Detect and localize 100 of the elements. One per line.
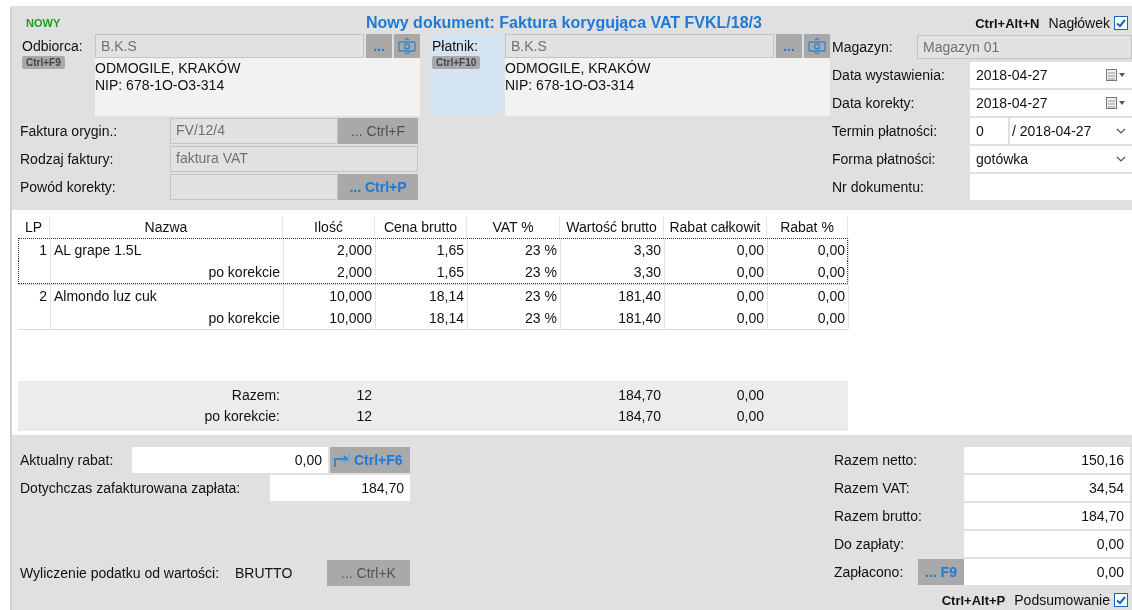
date-field[interactable]: 2018-04-27 (970, 62, 1132, 88)
address-line: ODMOGILE, KRAKÓW (95, 60, 242, 77)
column-header[interactable]: LP (18, 216, 50, 238)
table-cell: 18,14 (376, 285, 468, 307)
table-cell: 181,40 (561, 307, 665, 329)
summary-field[interactable]: 184,70 (964, 503, 1130, 529)
shortcut-chip: Ctrl+F9 (22, 56, 65, 69)
table-row[interactable]: po korekcie 10,000 18,14 23 % 181,40 0,00 0,00 (18, 307, 848, 330)
field-label: Rodzaj faktury: (20, 150, 115, 169)
column-header[interactable]: Rabat całkowit (664, 216, 767, 238)
summary-field[interactable]: 34,54 (964, 475, 1130, 501)
invoice-field[interactable] (170, 174, 338, 200)
table-cell: 2,000 (284, 261, 376, 283)
party-field[interactable]: B.K.S (505, 34, 774, 58)
table-cell: po korekcie (51, 307, 284, 329)
table-row[interactable]: po korekcie 2,000 1,65 23 % 3,30 0,00 0,00 (18, 261, 848, 284)
document-number-field[interactable] (970, 174, 1132, 200)
card-icon (397, 38, 417, 54)
table-cell: 3,30 (561, 261, 665, 283)
totals-cell-text: 0,00 (735, 407, 765, 426)
card-button[interactable] (394, 34, 420, 58)
table-row[interactable]: 1 AL grape 1.5L 2,000 1,65 23 % 3,30 0,00 0,00 (18, 238, 848, 261)
field-label: Nr dokumentu: (832, 179, 925, 195)
field-label: Aktualny rabat: (20, 451, 115, 470)
table-cell: 2,000 (284, 239, 376, 261)
summary-field[interactable]: 0,00 (964, 559, 1130, 585)
summary-field[interactable]: 150,16 (964, 447, 1130, 473)
summary-field[interactable]: 0,00 (964, 531, 1130, 557)
summary-label: Do zapłaty: (834, 535, 906, 554)
shortcut-label: Ctrl+Alt+N (975, 15, 1040, 31)
table-cell: 0,00 (665, 261, 768, 283)
table-cell: 1,65 (376, 261, 468, 283)
summary-checkbox[interactable] (1114, 593, 1128, 607)
field-label: Magazyn: (832, 39, 894, 55)
swap-icon (332, 451, 352, 469)
table-cell: 23 % (468, 261, 561, 283)
table-cell: 0,00 (768, 261, 849, 283)
totals-cell-text: po korekcie: (203, 407, 281, 426)
table-cell: 0,00 (665, 307, 768, 329)
column-header[interactable]: Wartość brutto (560, 216, 664, 238)
table-cell: 0,00 (768, 285, 849, 307)
warehouse-field[interactable]: Magazyn 01 (917, 35, 1132, 59)
card-icon (807, 38, 827, 54)
table-cell: 0,00 (665, 285, 768, 307)
table-cell: 1,65 (376, 239, 468, 261)
table-cell: 0,00 (768, 239, 849, 261)
totals-cell-text: 0,00 (735, 386, 765, 405)
table-cell: 18,14 (376, 307, 468, 329)
table-cell: 10,000 (284, 307, 376, 329)
field-label: Data korekty: (832, 95, 916, 111)
party-label: Płatnik: (431, 37, 479, 56)
document-title: Nowy dokument: Faktura korygująca VAT FVKL/18/3 (366, 14, 763, 32)
column-header[interactable]: Cena brutto (375, 216, 467, 238)
party-field[interactable]: B.K.S (95, 34, 364, 58)
field-label: Forma płatności: (832, 151, 937, 167)
summary-label: Razem brutto: (834, 507, 923, 526)
field-label: Data wystawienia: (832, 67, 946, 83)
summary-label: Razem netto: (834, 451, 919, 470)
table-cell: 23 % (468, 307, 561, 329)
toggle-label: Nagłówek (1048, 15, 1110, 31)
totals-cell-text: 12 (355, 386, 373, 405)
calendar-icon (1106, 97, 1126, 109)
status-label: NOWY (25, 17, 62, 29)
table-cell: 2 (19, 285, 51, 307)
table-cell: 0,00 (665, 239, 768, 261)
invoice-field[interactable]: faktura VAT (170, 146, 418, 172)
summary-label: Razem VAT: (834, 479, 911, 498)
shortcut-label: Ctrl+Alt+P (941, 592, 1006, 608)
totals-cell-text: 12 (355, 407, 373, 426)
table-cell: Almondo luz cuk (51, 285, 284, 307)
table-cell: 10,000 (284, 285, 376, 307)
field-label: Wyliczenie podatku od wartości: (20, 564, 221, 583)
totals-cell-text: Razem: (230, 386, 281, 405)
card-button[interactable] (804, 34, 830, 58)
chevron-down-icon (1116, 128, 1126, 134)
header-checkbox[interactable] (1114, 16, 1128, 30)
paid-amount-field[interactable]: 184,70 (270, 475, 410, 501)
column-header[interactable]: Rabat % (767, 216, 848, 238)
table-row[interactable]: 2 Almondo luz cuk 10,000 18,14 23 % 181,40 0,00 0,00 (18, 284, 848, 307)
party-label: Odbiorca: (21, 37, 84, 56)
address-line: ODMOGILE, KRAKÓW (505, 60, 652, 77)
payment-select[interactable]: gotówka (970, 146, 1132, 172)
column-header[interactable]: Ilość (283, 216, 375, 238)
column-header[interactable]: VAT % (467, 216, 560, 238)
calendar-icon (1106, 69, 1126, 81)
summary-label: Zapłacono: (834, 563, 905, 582)
field-label: Faktura orygin.: (20, 122, 119, 141)
table-cell: 23 % (468, 239, 561, 261)
due-date-field[interactable]: / 2018-04-27 (1010, 118, 1132, 144)
discount-field[interactable]: 0,00 (132, 447, 328, 473)
field-label: Termin płatności: (832, 123, 939, 139)
table-cell: 3,30 (561, 239, 665, 261)
shortcut-chip: Ctrl+F10 (432, 56, 481, 69)
field-label: Powód korekty: (20, 178, 117, 197)
days-field[interactable]: 0 (970, 118, 1008, 144)
column-header[interactable]: Nazwa (50, 216, 283, 238)
address-line: NIP: 678-1O-O3-314 (505, 77, 636, 94)
table-cell: AL grape 1.5L (51, 239, 284, 261)
table-cell: 181,40 (561, 285, 665, 307)
date-field[interactable]: 2018-04-27 (970, 90, 1132, 116)
